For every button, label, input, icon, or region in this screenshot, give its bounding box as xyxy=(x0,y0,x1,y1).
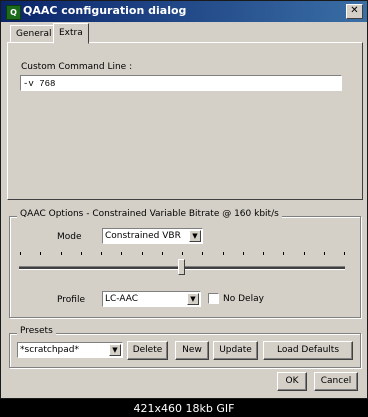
tab-extra[interactable]: Extra xyxy=(53,23,89,44)
slider-tick xyxy=(283,252,284,255)
close-icon[interactable]: ✕ xyxy=(346,4,363,19)
chevron-down-icon[interactable]: ▼ xyxy=(109,344,121,356)
new-preset-button[interactable]: New xyxy=(175,341,209,360)
qaac-dialog-window: Q QAAC configuration dialog ✕ General Ex… xyxy=(0,0,368,399)
delete-preset-button[interactable]: Delete xyxy=(127,341,168,360)
slider-tick xyxy=(324,252,325,255)
slider-tick xyxy=(142,252,143,255)
profile-select-value: LC-AAC xyxy=(105,294,139,304)
slider-tick xyxy=(182,252,183,255)
chevron-down-icon[interactable]: ▼ xyxy=(189,230,201,242)
slider-tick xyxy=(101,252,102,255)
presets-group-label: Presets xyxy=(17,326,56,336)
cancel-button[interactable]: Cancel xyxy=(314,372,358,391)
mode-select-value: Constrained VBR xyxy=(105,231,181,241)
slider-tick xyxy=(20,252,21,255)
profile-select[interactable]: LC-AAC ▼ xyxy=(102,291,201,307)
qaac-options-group-label: QAAC Options - Constrained Variable Bitr… xyxy=(17,209,282,219)
slider-tick xyxy=(223,252,224,255)
chevron-down-icon[interactable]: ▼ xyxy=(187,293,199,305)
slider-tick xyxy=(304,252,305,255)
slider-tick xyxy=(202,252,203,255)
slider-tick xyxy=(81,252,82,255)
slider-tick xyxy=(243,252,244,255)
slider-tick xyxy=(344,252,345,255)
slider-tick xyxy=(263,252,264,255)
custom-command-line-label: Custom Command Line : xyxy=(21,62,133,72)
no-delay-label: No Delay xyxy=(223,294,264,304)
slider-tick xyxy=(61,252,62,255)
preset-select-value: *scratchpad* xyxy=(20,345,79,355)
app-icon: Q xyxy=(6,5,21,20)
mode-select[interactable]: Constrained VBR ▼ xyxy=(102,228,203,244)
slider-tick xyxy=(162,252,163,255)
preset-select[interactable]: *scratchpad* ▼ xyxy=(17,342,123,358)
tab-general[interactable]: General xyxy=(10,25,58,42)
update-preset-button[interactable]: Update xyxy=(213,341,258,360)
bitrate-slider-thumb[interactable] xyxy=(178,259,185,275)
slider-tick xyxy=(121,252,122,255)
slider-tick xyxy=(40,252,41,255)
image-info-bar: 421x460 18kb GIF xyxy=(0,399,368,417)
window-title: QAAC configuration dialog xyxy=(23,4,187,17)
custom-command-line-input[interactable]: -v 768 xyxy=(20,75,342,91)
load-defaults-button[interactable]: Load Defaults xyxy=(263,341,353,360)
title-bar[interactable]: Q QAAC configuration dialog ✕ xyxy=(1,1,367,22)
image-info-text: 421x460 18kb GIF xyxy=(133,402,235,415)
no-delay-checkbox[interactable] xyxy=(208,293,219,304)
ok-button[interactable]: OK xyxy=(277,372,307,391)
mode-label: Mode xyxy=(57,232,82,242)
profile-label: Profile xyxy=(57,295,85,305)
